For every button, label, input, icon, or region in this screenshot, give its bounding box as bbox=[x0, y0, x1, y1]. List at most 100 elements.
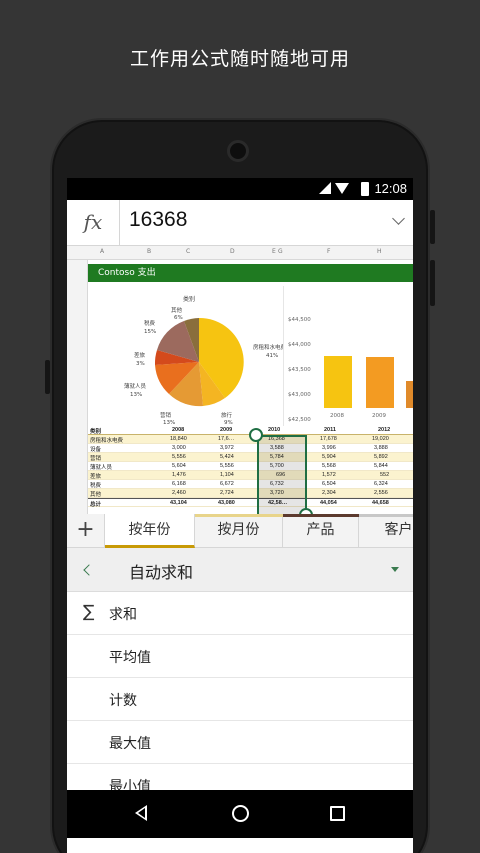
table-row[interactable]: 税费 6,168 6,672 6,732 6,504 6,324 bbox=[88, 480, 413, 489]
chevron-down-icon[interactable] bbox=[392, 212, 405, 225]
table-cell[interactable]: 3,996 bbox=[322, 445, 336, 451]
table-header-cell[interactable]: 2009 bbox=[220, 427, 232, 433]
add-sheet-button[interactable]: + bbox=[67, 514, 105, 548]
table-cell[interactable]: 43,104 bbox=[170, 500, 187, 506]
selection-handle-top[interactable] bbox=[249, 428, 263, 442]
column-header[interactable]: H bbox=[377, 248, 382, 255]
table-cell[interactable]: 设备 bbox=[90, 445, 101, 453]
table-cell[interactable]: 6,324 bbox=[374, 481, 388, 487]
bar-chart[interactable]: $44,500 $44,000 $43,500 $43,000 $42,500 … bbox=[283, 286, 413, 426]
column-header[interactable]: F bbox=[327, 248, 330, 255]
bar-axis-tick: $43,000 bbox=[288, 392, 311, 398]
table-cell[interactable]: 5,904 bbox=[322, 454, 336, 460]
table-cell[interactable]: 44,658 bbox=[372, 500, 389, 506]
table-cell[interactable]: 3,972 bbox=[220, 445, 234, 451]
table-row[interactable]: 营销 5,556 5,424 5,784 5,904 5,892 bbox=[88, 453, 413, 462]
function-item-sum[interactable]: ∑ 求和 bbox=[67, 592, 413, 635]
table-cell[interactable]: 2,460 bbox=[172, 490, 186, 496]
function-panel-header[interactable]: 自动求和 bbox=[67, 548, 413, 592]
table-cell[interactable]: 5,604 bbox=[172, 463, 186, 469]
table-row[interactable]: 差旅 1,476 1,104 696 1,572 552 bbox=[88, 471, 413, 480]
table-cell[interactable]: 2,724 bbox=[220, 490, 234, 496]
function-item-max[interactable]: 最大值 bbox=[67, 721, 413, 764]
pie-label: 其他 bbox=[171, 306, 183, 314]
column-header[interactable]: E bbox=[272, 248, 276, 255]
table-cell[interactable]: 2,304 bbox=[322, 490, 336, 496]
table-cell[interactable]: 6,672 bbox=[220, 481, 234, 487]
table-cell[interactable]: 19,020 bbox=[372, 436, 389, 442]
table-cell[interactable]: 1,572 bbox=[322, 472, 336, 478]
table-cell[interactable]: 43,080 bbox=[218, 500, 235, 506]
tab-product[interactable]: 产品 bbox=[283, 514, 359, 548]
column-header[interactable]: B bbox=[147, 248, 151, 255]
table-cell[interactable]: 17,678 bbox=[320, 436, 337, 442]
table-cell[interactable]: 1,476 bbox=[172, 472, 186, 478]
table-cell[interactable]: 薄就人员 bbox=[90, 463, 112, 471]
tab-customer[interactable]: 客户 bbox=[359, 514, 413, 548]
formula-value[interactable]: 16368 bbox=[129, 208, 187, 232]
table-cell[interactable]: 其他 bbox=[90, 490, 101, 498]
table-cell[interactable]: 总计 bbox=[90, 500, 101, 508]
table-header-cell[interactable]: 2008 bbox=[172, 427, 184, 433]
table-header-cell[interactable]: 2010 bbox=[268, 427, 280, 433]
table-cell[interactable]: 房租和水电费 bbox=[90, 436, 123, 444]
sheet-banner: Contoso 支出 bbox=[88, 264, 413, 282]
fx-icon[interactable]: fx bbox=[67, 200, 120, 246]
chevron-left-icon[interactable] bbox=[83, 564, 95, 576]
table-cell[interactable]: 3,000 bbox=[172, 445, 186, 451]
table-header-cell[interactable]: 2011 bbox=[324, 427, 336, 433]
column-header[interactable]: A bbox=[100, 248, 104, 255]
table-cell[interactable]: 552 bbox=[380, 472, 389, 478]
table-cell[interactable]: 2,556 bbox=[374, 490, 388, 496]
back-icon[interactable] bbox=[135, 805, 147, 821]
table-cell[interactable]: 6,168 bbox=[172, 481, 186, 487]
table-cell[interactable]: 营销 bbox=[90, 454, 101, 462]
table-cell[interactable]: 5,556 bbox=[172, 454, 186, 460]
table-cell[interactable]: 5,844 bbox=[374, 463, 388, 469]
table-cell[interactable]: 1,104 bbox=[220, 472, 234, 478]
table-cell[interactable]: 3,888 bbox=[374, 445, 388, 451]
spreadsheet-grid[interactable]: A B C D E G F H Contoso 支出 类别 房租和水电费 41%… bbox=[67, 246, 413, 514]
table-row[interactable]: 设备 3,000 3,972 3,588 3,996 3,888 bbox=[88, 444, 413, 453]
bar-axis-tick: $44,000 bbox=[288, 342, 311, 348]
bar-axis-tick: $43,500 bbox=[288, 367, 311, 373]
cell-selection-range[interactable] bbox=[257, 435, 307, 514]
table-header-cell[interactable]: 类别 bbox=[90, 427, 101, 435]
tab-by-month[interactable]: 按月份 bbox=[195, 514, 283, 548]
function-item-count[interactable]: 计数 bbox=[67, 678, 413, 721]
table-header-cell[interactable]: 2012 bbox=[378, 427, 390, 433]
table-total-row[interactable]: 总计 43,104 43,080 42,58… 44,054 44,658 bbox=[88, 498, 413, 508]
table-cell[interactable]: 5,568 bbox=[322, 463, 336, 469]
status-time: 12:08 bbox=[374, 181, 407, 196]
table-cell[interactable]: 6,504 bbox=[322, 481, 336, 487]
wifi-icon bbox=[335, 183, 349, 194]
function-item-label: 计数 bbox=[109, 693, 137, 709]
table-cell[interactable]: 5,556 bbox=[220, 463, 234, 469]
column-header-row: A B C D E G F H bbox=[67, 246, 413, 260]
table-cell[interactable]: 44,054 bbox=[320, 500, 337, 506]
column-header-selected[interactable]: G bbox=[278, 248, 283, 255]
formula-bar[interactable]: fx 16368 bbox=[67, 200, 413, 246]
pie-chart[interactable]: 类别 房租和水电费 41% 旅行 9% 营销 13% 薄就人员 13% 差旅 3… bbox=[88, 286, 287, 426]
table-cell[interactable]: 17,6… bbox=[218, 436, 234, 442]
table-row[interactable]: 其他 2,460 2,724 3,720 2,304 2,556 bbox=[88, 489, 413, 498]
table-cell[interactable]: 18,840 bbox=[170, 436, 187, 442]
function-item-label: 最大值 bbox=[109, 736, 151, 752]
table-row[interactable]: 薄就人员 5,604 5,556 5,700 5,568 5,844 bbox=[88, 462, 413, 471]
dropdown-arrow-icon[interactable] bbox=[391, 567, 399, 572]
table-cell[interactable]: 5,892 bbox=[374, 454, 388, 460]
column-header[interactable]: C bbox=[186, 248, 190, 255]
recent-apps-icon[interactable] bbox=[330, 806, 345, 821]
function-list: ∑ 求和 平均值 计数 最大值 最小值 bbox=[67, 592, 413, 807]
home-icon[interactable] bbox=[232, 805, 249, 822]
pie-label: 41% bbox=[266, 353, 278, 359]
function-item-average[interactable]: 平均值 bbox=[67, 635, 413, 678]
tab-by-year[interactable]: 按年份 bbox=[105, 514, 195, 548]
function-category-title[interactable]: 自动求和 bbox=[129, 559, 193, 583]
table-cell[interactable]: 税费 bbox=[90, 481, 101, 489]
table-cell[interactable]: 差旅 bbox=[90, 472, 101, 480]
bar-2009 bbox=[366, 357, 394, 408]
tab-color-accent bbox=[195, 514, 283, 517]
table-cell[interactable]: 5,424 bbox=[220, 454, 234, 460]
column-header[interactable]: D bbox=[230, 248, 235, 255]
